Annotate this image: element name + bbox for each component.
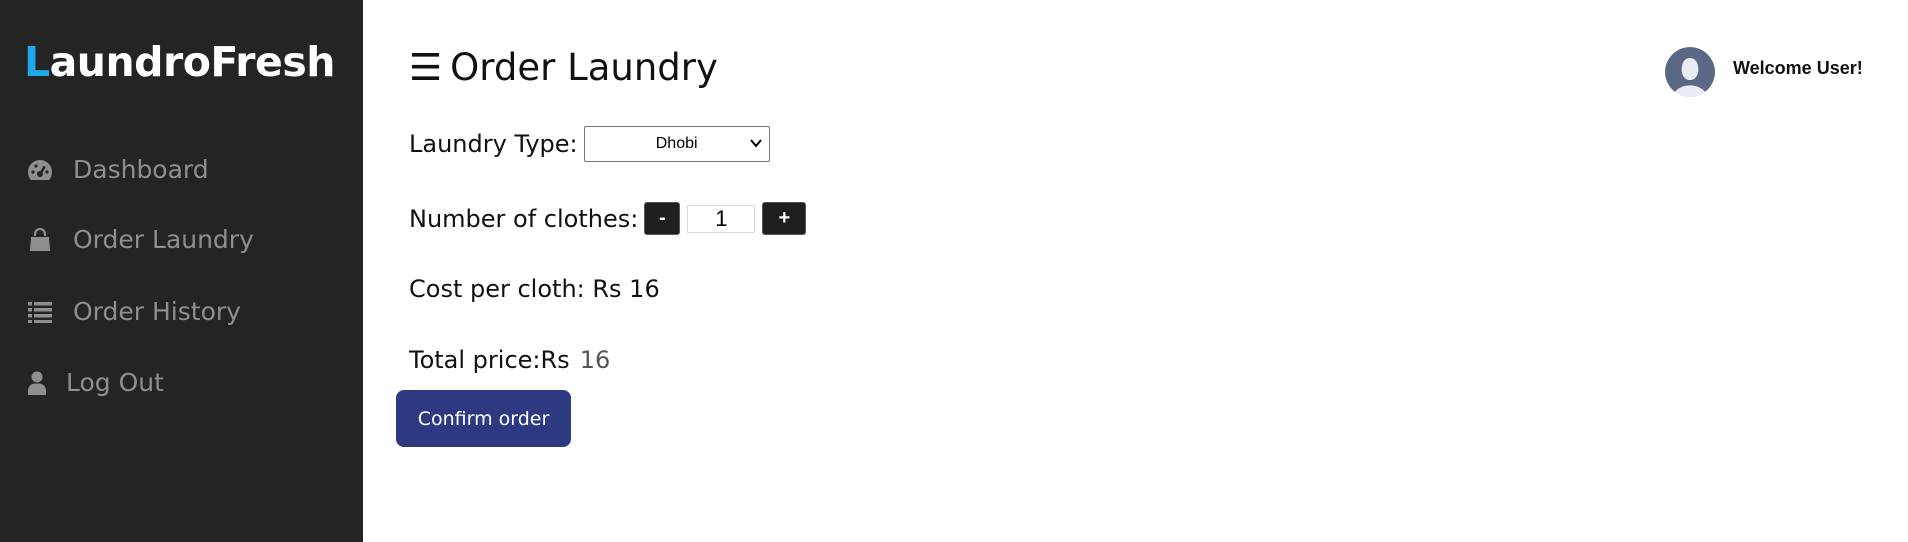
cost-per-cloth-text: Cost per cloth: Rs 16 — [409, 275, 660, 303]
welcome-message: Welcome User! — [1733, 58, 1863, 78]
app-root: LaundroFresh Dashboard Order Laundry Ord… — [0, 0, 1908, 542]
increment-button[interactable]: + — [762, 202, 807, 235]
clothes-count-label: Number of clothes: — [409, 204, 639, 233]
clothes-count-row: Number of clothes: - 1 + — [409, 202, 807, 235]
decrement-button[interactable]: - — [644, 202, 681, 235]
sidebar-item-label: Order History — [73, 297, 241, 326]
user-icon — [27, 370, 47, 396]
dashboard-gauge-icon — [27, 157, 53, 183]
page-title: ☰ Order Laundry — [409, 46, 718, 89]
hamburger-menu-icon[interactable]: ☰ — [409, 46, 442, 89]
sidebar-item-label: Log Out — [66, 368, 164, 397]
list-icon — [27, 299, 53, 325]
avatar[interactable] — [1665, 47, 1715, 97]
total-price-label: Total price:Rs — [409, 346, 570, 374]
total-price-row: Total price:Rs 16 — [409, 346, 610, 374]
laundry-type-row: Laundry Type: Dhobi — [409, 126, 770, 162]
sidebar-item-label: Order Laundry — [73, 225, 254, 254]
user-avatar-icon — [1665, 47, 1715, 97]
sidebar-item-order-history[interactable]: Order History — [27, 297, 241, 326]
brand-logo[interactable]: LaundroFresh — [24, 38, 335, 86]
brand-logo-first-letter: L — [24, 38, 50, 86]
cost-per-cloth-row: Cost per cloth: Rs 16 — [409, 275, 660, 303]
laundry-type-label: Laundry Type: — [409, 130, 578, 158]
sidebar-item-label: Dashboard — [73, 155, 209, 184]
chevron-down-icon — [749, 136, 763, 155]
sidebar-item-log-out[interactable]: Log Out — [27, 368, 164, 397]
sidebar: LaundroFresh Dashboard Order Laundry Ord… — [0, 0, 363, 542]
sidebar-item-order-laundry[interactable]: Order Laundry — [27, 225, 254, 254]
laundry-type-select[interactable]: Dhobi — [583, 126, 770, 162]
brand-logo-rest: aundroFresh — [49, 38, 336, 86]
laundry-type-selected-value: Dhobi — [655, 135, 698, 152]
confirm-order-button[interactable]: Confirm order — [396, 390, 571, 447]
page-title-text: Order Laundry — [450, 46, 718, 89]
quantity-field[interactable]: 1 — [687, 204, 756, 233]
total-price-value: 16 — [579, 346, 611, 374]
shopping-bag-icon — [27, 227, 53, 253]
sidebar-item-dashboard[interactable]: Dashboard — [27, 155, 209, 184]
